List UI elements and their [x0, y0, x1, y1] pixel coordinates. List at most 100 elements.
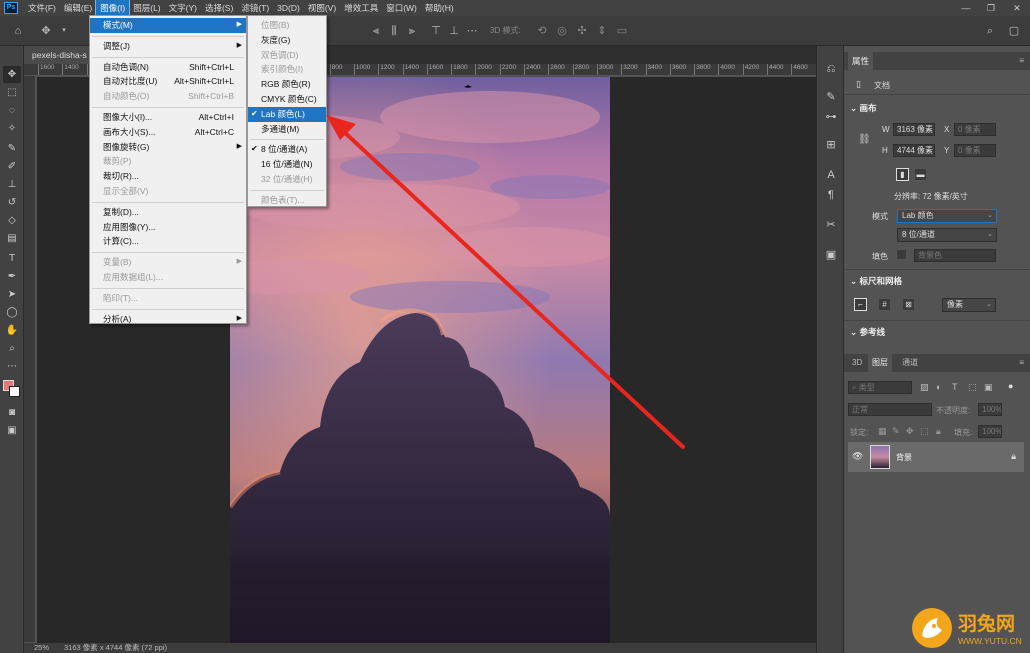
mode-submenu-item[interactable]: 位图(B)	[248, 18, 326, 33]
menu-select[interactable]: 选择(S)	[201, 0, 237, 16]
lock-transparent-icon[interactable]: ▦	[878, 426, 887, 437]
guides-toggle-icon[interactable]: ⊠	[902, 298, 915, 311]
panel-menu-icon[interactable]: ≡	[1019, 56, 1024, 65]
layer-row[interactable]: 👁︎ 背景 🔒︎	[848, 442, 1024, 472]
menu-filter[interactable]: 滤镜(T)	[237, 0, 273, 16]
mode-submenu-item[interactable]: CMYK 颜色(C)	[248, 92, 326, 107]
marquee-tool-icon[interactable]: ⬚	[3, 84, 21, 101]
image-menu-item[interactable]: 调整(J) ▶	[90, 39, 246, 54]
document-tab[interactable]: pexels-disha-s	[24, 46, 90, 64]
tools-panel-icon[interactable]: ✂	[822, 216, 840, 234]
workspace-icon[interactable]: ▢	[1006, 23, 1022, 39]
swatches-panel-icon[interactable]: ▣	[822, 246, 840, 264]
3d-pan-icon[interactable]: ✣	[574, 23, 590, 39]
grid-toggle-icon[interactable]: #	[878, 298, 891, 311]
restore-icon[interactable]: ❐	[980, 0, 1002, 16]
menu-window[interactable]: 窗口(W)	[382, 0, 421, 16]
zoom-level[interactable]: 25%	[34, 643, 49, 653]
pen-tool-icon[interactable]: ✒	[3, 268, 21, 285]
filter-shape-icon[interactable]: ⬚	[968, 382, 977, 393]
fill-field[interactable]: 100%	[978, 425, 1002, 438]
home-icon[interactable]: ⌂	[10, 23, 26, 39]
rulers-section-title[interactable]: ⌄ 标尺和网格	[850, 275, 902, 287]
gradient-tool-icon[interactable]: ▤	[3, 230, 21, 247]
align-center-icon[interactable]: ⫼	[386, 23, 402, 39]
y-field[interactable]: 0 像素	[954, 144, 996, 157]
menu-type[interactable]: 文字(Y)	[165, 0, 201, 16]
eraser-tool-icon[interactable]: ◇	[3, 212, 21, 229]
brush-tool-icon[interactable]: ✐	[3, 158, 21, 175]
menu-image[interactable]: 图像(I)	[95, 0, 131, 17]
chevron-down-icon[interactable]: ▾	[56, 23, 72, 39]
mode-submenu-item[interactable]: RGB 颜色(R)	[248, 77, 326, 92]
stamp-tool-icon[interactable]: ⊥	[3, 176, 21, 193]
menu-layer[interactable]: 图层(L)	[129, 0, 164, 16]
image-menu-item[interactable]: 分析(A) ▶	[90, 312, 246, 327]
mode-submenu-item[interactable]: 双色调(D)	[248, 48, 326, 63]
image-menu-item[interactable]: 裁切(R)...	[90, 169, 246, 184]
portrait-orientation-icon[interactable]: ▮	[896, 168, 909, 181]
mode-submenu-item[interactable]: ✔ Lab 颜色(L)	[248, 106, 326, 122]
height-field[interactable]: 4744 像素	[893, 144, 935, 157]
move-tool-icon[interactable]: ✥	[38, 23, 54, 39]
canvas-section-title[interactable]: ⌄ 画布	[850, 102, 877, 114]
image-menu-item[interactable]: 自动颜色(O) Shift+Ctrl+B	[90, 89, 246, 104]
libraries-icon[interactable]: ⊞	[822, 136, 840, 154]
filter-smart-icon[interactable]: ▣	[984, 382, 993, 393]
distribute-top-icon[interactable]: ⊤	[428, 23, 444, 39]
lock-artboard-icon[interactable]: ⬚	[920, 426, 929, 437]
align-left-icon[interactable]: ⫷	[368, 23, 384, 39]
tab-properties[interactable]: 属性	[848, 52, 874, 70]
history-panel-icon[interactable]: ⎌	[822, 60, 840, 78]
align-right-icon[interactable]: ⫸	[404, 23, 420, 39]
3d-scale-icon[interactable]: ▭	[614, 23, 630, 39]
mode-submenu-item[interactable]: ✔ 8 位/通道(A)	[248, 142, 326, 157]
paragraph-panel-icon[interactable]: ¶	[822, 186, 840, 204]
landscape-orientation-icon[interactable]: ▬	[914, 168, 927, 181]
lock-position-icon[interactable]: ✥	[906, 426, 914, 437]
minimize-icon[interactable]: —	[955, 0, 977, 16]
image-menu-item[interactable]: 画布大小(S)... Alt+Ctrl+C	[90, 125, 246, 140]
history-brush-icon[interactable]: ↺	[3, 194, 21, 211]
layer-search-field[interactable]: ⌕ 类型	[848, 381, 912, 394]
image-menu-item[interactable]: 自动色调(N) Shift+Ctrl+L	[90, 60, 246, 75]
mode-select[interactable]: Lab 颜色 ⌄	[897, 209, 997, 223]
hand-tool-icon[interactable]: ✋	[3, 322, 21, 339]
type-tool-icon[interactable]: T	[3, 250, 21, 267]
menu-3d[interactable]: 3D(D)	[273, 0, 304, 16]
width-field[interactable]: 3163 像素	[893, 123, 935, 136]
zoom-tool-icon[interactable]: ⌕	[3, 340, 21, 357]
eyedropper-tool-icon[interactable]: ✎	[3, 140, 21, 157]
mode-submenu-item[interactable]: 灰度(G)	[248, 33, 326, 48]
mode-submenu-item[interactable]: 索引颜色(I)	[248, 62, 326, 77]
image-menu-item[interactable]: 变量(B) ▶	[90, 255, 246, 270]
tab-3d[interactable]: 3D	[848, 354, 866, 372]
image-menu-item[interactable]: 显示全部(V)	[90, 184, 246, 199]
lock-all-icon[interactable]: 🔒︎	[936, 426, 941, 437]
filter-pixel-icon[interactable]: ▨	[920, 382, 929, 393]
fill-swatch[interactable]	[896, 249, 907, 260]
search-icon[interactable]: ⌕	[982, 23, 998, 39]
more-tools-icon[interactable]: ⋯	[3, 358, 21, 375]
menu-edit[interactable]: 编辑(E)	[60, 0, 96, 16]
move-tool-icon[interactable]: ✥	[3, 66, 21, 83]
filter-adjustment-icon[interactable]: ◐	[936, 382, 941, 392]
more-options-icon[interactable]: ⋯	[464, 23, 480, 39]
path-select-icon[interactable]: ➤	[3, 286, 21, 303]
ruler-units-select[interactable]: 像素 ⌄	[942, 298, 996, 312]
3d-roll-icon[interactable]: ◎	[554, 23, 570, 39]
distribute-bottom-icon[interactable]: ⊥	[446, 23, 462, 39]
mode-submenu-item[interactable]: 颜色表(T)...	[248, 193, 326, 208]
3d-orbit-icon[interactable]: ⟲	[534, 23, 550, 39]
brush-settings-icon[interactable]: ✎	[822, 88, 840, 106]
mode-submenu-item[interactable]: 多通道(M)	[248, 122, 326, 137]
lock-brush-icon[interactable]: ✎	[892, 426, 900, 437]
adjustments-icon[interactable]: ⊶	[822, 108, 840, 126]
image-menu-item[interactable]: 图像大小(I)... Alt+Ctrl+I	[90, 110, 246, 125]
blend-mode-select[interactable]: 正常	[848, 403, 932, 416]
close-icon[interactable]: ✕	[1006, 0, 1028, 16]
image-menu-item[interactable]: 陷印(T)...	[90, 291, 246, 306]
ruler-toggle-icon[interactable]: ⌐	[854, 298, 867, 311]
image-menu-item[interactable]: 应用数据组(L)...	[90, 270, 246, 285]
tab-layers[interactable]: 图层	[868, 354, 892, 372]
